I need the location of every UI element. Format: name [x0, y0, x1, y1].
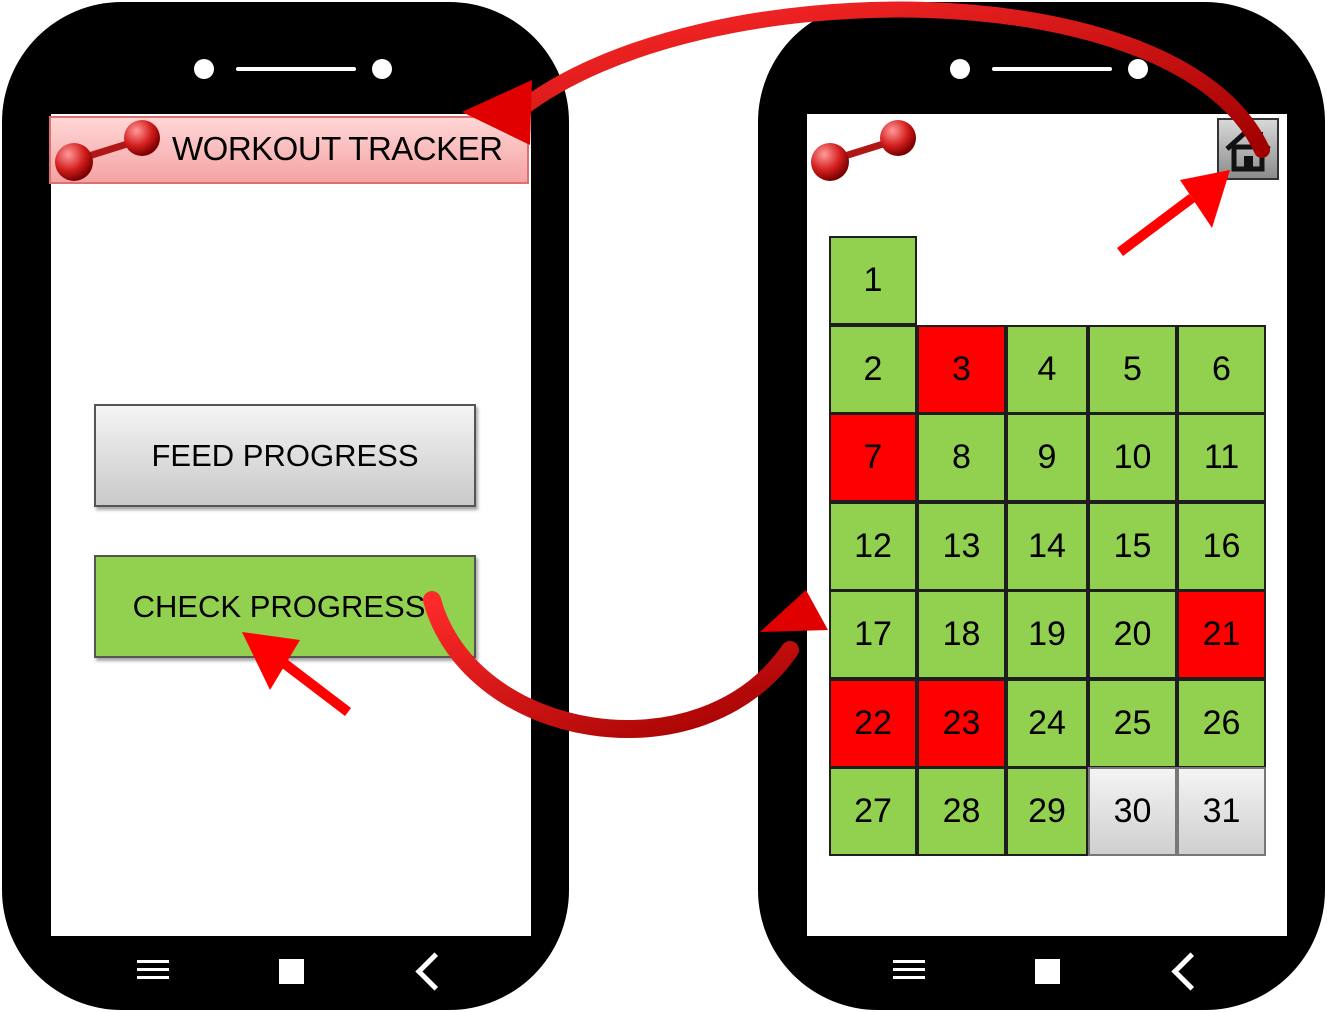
home-button[interactable] [1217, 118, 1279, 180]
calendar-day-2[interactable]: 2 [829, 325, 917, 414]
calendar-day-3[interactable]: 3 [917, 325, 1006, 414]
calendar-day-29[interactable]: 29 [1006, 767, 1088, 856]
calendar-day-21[interactable]: 21 [1177, 590, 1266, 679]
right-speaker [992, 67, 1112, 71]
calendar-day-7[interactable]: 7 [829, 413, 917, 502]
calendar-day-14[interactable]: 14 [1006, 502, 1088, 591]
calendar-day-23[interactable]: 23 [917, 679, 1006, 768]
calendar-day-6[interactable]: 6 [1177, 325, 1266, 414]
right-camera-dot [950, 59, 970, 79]
calendar-day-15[interactable]: 15 [1088, 502, 1177, 591]
calendar-day-13[interactable]: 13 [917, 502, 1006, 591]
calendar-day-12[interactable]: 12 [829, 502, 917, 591]
calendar-day-25[interactable]: 25 [1088, 679, 1177, 768]
calendar-day-5[interactable]: 5 [1088, 325, 1177, 414]
menu-icon[interactable] [893, 958, 925, 982]
check-progress-button[interactable]: CHECK PROGRESS [94, 555, 476, 658]
calendar-day-31[interactable]: 31 [1177, 767, 1266, 856]
app-title: WORKOUT TRACKER [172, 130, 503, 167]
calendar-day-8[interactable]: 8 [917, 413, 1006, 502]
calendar-day-24[interactable]: 24 [1006, 679, 1088, 768]
home-icon [1225, 126, 1271, 172]
calendar-day-10[interactable]: 10 [1088, 413, 1177, 502]
calendar-day-26[interactable]: 26 [1177, 679, 1266, 768]
calendar-day-18[interactable]: 18 [917, 590, 1006, 679]
calendar-day-30[interactable]: 30 [1088, 767, 1177, 856]
dumbbell-logo-icon [55, 120, 160, 181]
check-progress-label: CHECK PROGRESS [132, 588, 426, 624]
calendar-day-20[interactable]: 20 [1088, 590, 1177, 679]
dumbbell-logo-icon [811, 120, 916, 181]
calendar-day-1[interactable]: 1 [829, 236, 917, 325]
calendar-day-4[interactable]: 4 [1006, 325, 1088, 414]
calendar-day-19[interactable]: 19 [1006, 590, 1088, 679]
calendar-day-27[interactable]: 27 [829, 767, 917, 856]
right-sensor-dot [1128, 59, 1148, 79]
feed-progress-button[interactable]: FEED PROGRESS [94, 404, 476, 507]
calendar-day-17[interactable]: 17 [829, 590, 917, 679]
square-icon[interactable] [1035, 959, 1060, 984]
feed-progress-label: FEED PROGRESS [151, 437, 419, 473]
left-screen [51, 114, 531, 936]
left-speaker [236, 67, 356, 71]
calendar-day-11[interactable]: 11 [1177, 413, 1266, 502]
left-camera-dot [194, 59, 214, 79]
calendar-day-16[interactable]: 16 [1177, 502, 1266, 591]
calendar-day-9[interactable]: 9 [1006, 413, 1088, 502]
calendar-day-28[interactable]: 28 [917, 767, 1006, 856]
calendar-day-22[interactable]: 22 [829, 679, 917, 768]
menu-icon[interactable] [137, 958, 169, 982]
left-sensor-dot [372, 59, 392, 79]
square-icon[interactable] [279, 959, 304, 984]
